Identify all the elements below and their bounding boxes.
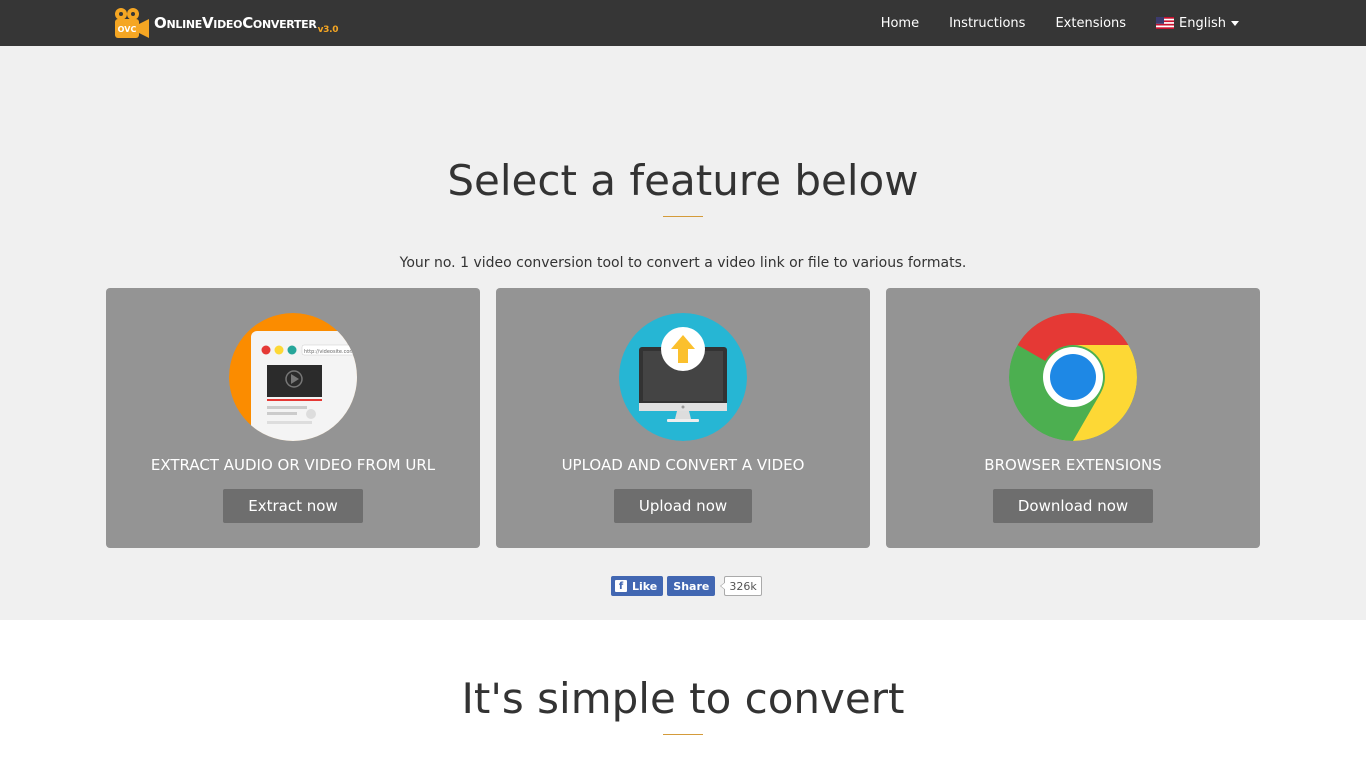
share-label: Share: [673, 579, 710, 593]
feature-card-label: EXTRACT AUDIO OR VIDEO FROM URL: [150, 456, 436, 474]
logo-icon-label: OVC: [118, 25, 137, 34]
chrome-icon: [1009, 313, 1137, 441]
social-buttons: f Like Share 326k: [611, 576, 762, 596]
title-divider: [663, 216, 703, 217]
brand-version: v3.0: [317, 25, 339, 35]
section-title-simple-convert: It's simple to convert: [461, 674, 905, 723]
us-flag-icon: [1156, 17, 1175, 29]
like-label: Like: [632, 579, 658, 593]
nav-instructions[interactable]: Instructions: [949, 16, 1025, 31]
browser-video-icon: http://videosite.com: [229, 313, 357, 441]
site-logo[interactable]: OVC O NLINE V IDEO C ONVERTER v3.0: [112, 6, 338, 40]
download-now-button[interactable]: Download now: [993, 489, 1153, 523]
facebook-icon: f: [615, 580, 627, 592]
nav-menu: Home Instructions Extensions English: [851, 0, 1239, 46]
feature-section: Select a feature below Your no. 1 video …: [0, 46, 1366, 620]
language-dropdown[interactable]: English: [1156, 16, 1239, 31]
nav-home[interactable]: Home: [881, 16, 919, 31]
like-count: 326k: [720, 576, 762, 596]
navbar: OVC O NLINE V IDEO C ONVERTER v3.0 Home Instr…: [0, 0, 1366, 46]
facebook-like-button[interactable]: f Like: [611, 576, 664, 596]
extract-now-button[interactable]: Extract now: [223, 489, 363, 523]
nav-extensions[interactable]: Extensions: [1055, 16, 1126, 31]
feature-card-label: UPLOAD AND CONVERT A VIDEO: [561, 456, 805, 474]
language-label: English: [1179, 15, 1226, 31]
facebook-share-button[interactable]: Share: [667, 576, 716, 596]
section-divider: [663, 734, 703, 735]
page-title: Select a feature below: [447, 156, 919, 205]
page-subtitle: Your no. 1 video conversion tool to conv…: [399, 255, 967, 271]
feature-card-extract: http://videosite.com EXTRACT AUDIO OR VI…: [106, 288, 480, 548]
brand-name: O NLINE V IDEO C ONVERTER v3.0: [154, 14, 339, 35]
url-bar-text: http://videosite.com: [304, 349, 354, 355]
monitor-upload-icon: [619, 313, 747, 441]
film-camera-icon: OVC: [115, 8, 149, 38]
upload-now-button[interactable]: Upload now: [614, 489, 752, 523]
feature-card-upload: UPLOAD AND CONVERT A VIDEO Upload now: [496, 288, 870, 548]
chevron-down-icon: [1231, 20, 1239, 26]
feature-card-label: BROWSER EXTENSIONS: [984, 456, 1162, 474]
feature-card-extensions: BROWSER EXTENSIONS Download now: [886, 288, 1260, 548]
